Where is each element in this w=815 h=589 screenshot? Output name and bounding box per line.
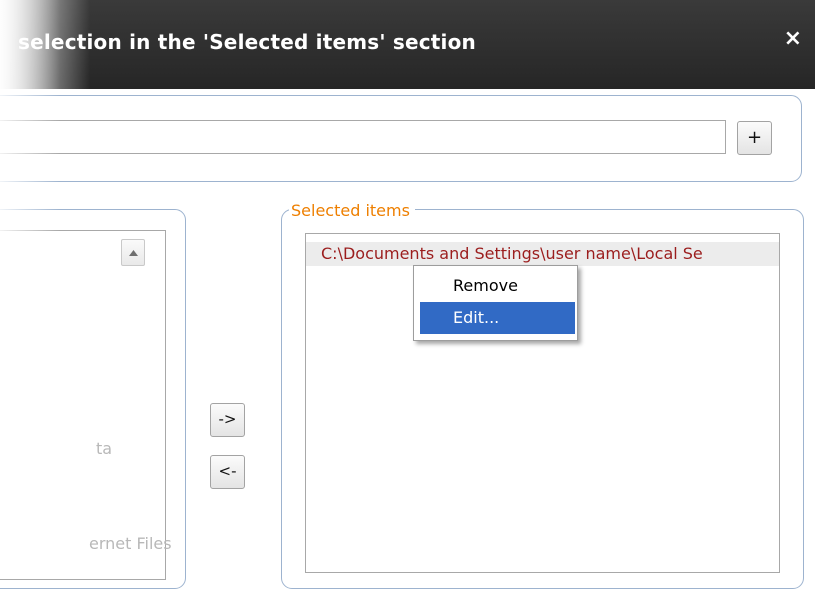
scroll-up-button[interactable]	[121, 239, 145, 266]
available-items-list[interactable]	[0, 230, 166, 580]
scroll-up-arrow-icon	[129, 250, 138, 256]
context-menu: Remove Edit...	[413, 265, 578, 341]
add-path-button[interactable]: +	[737, 121, 772, 155]
list-item[interactable]: C:\Documents and Settings\user name\Loca…	[306, 242, 779, 266]
menu-item-remove[interactable]: Remove	[420, 270, 575, 302]
path-input[interactable]	[0, 120, 726, 154]
dialog-title: selection in the 'Selected items' sectio…	[18, 30, 476, 54]
move-left-button[interactable]: <-	[210, 455, 245, 489]
menu-item-edit[interactable]: Edit...	[420, 302, 575, 334]
list-item[interactable]: ernet Files	[89, 534, 172, 553]
list-item[interactable]: ta	[96, 439, 112, 458]
selected-items-legend: Selected items	[289, 201, 415, 221]
close-icon[interactable]: ×	[784, 27, 802, 51]
dialog-title-bar: selection in the 'Selected items' sectio…	[0, 0, 815, 89]
move-right-button[interactable]: ->	[210, 403, 245, 437]
